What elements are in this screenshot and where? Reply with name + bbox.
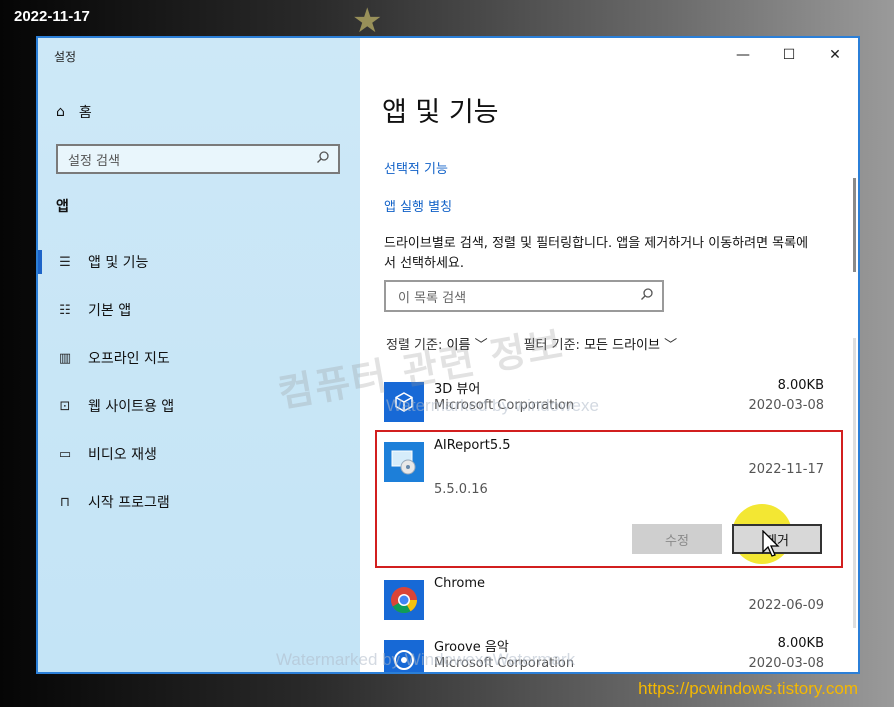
sidebar-item-video-playback[interactable]: ▭ 비디오 재생: [56, 442, 157, 466]
installer-disc-icon: [384, 442, 424, 482]
scrollbar-thumb[interactable]: [853, 178, 856, 272]
home-icon: ⌂: [56, 104, 65, 120]
filter-value: 모든 드라이브: [584, 338, 660, 353]
sidebar-item-offline-maps[interactable]: ▥ 오프라인 지도: [56, 346, 170, 370]
main-content: — ☐ ✕ 앱 및 기능 선택적 기능 앱 실행 별칭 드라이브별로 검색, 정…: [360, 38, 858, 672]
filter-dropdown[interactable]: 필터 기준: 모든 드라이브 ﹀: [524, 334, 678, 353]
chevron-down-icon: ﹀: [664, 338, 678, 353]
video-playback-icon: ▭: [58, 446, 72, 462]
app-date: 2022-06-09: [748, 598, 824, 613]
app-date: 2022-11-17: [748, 462, 824, 477]
offline-maps-icon: ▥: [58, 350, 72, 366]
blog-url-label: https://pcwindows.tistory.com: [638, 679, 858, 698]
sidebar-item-apps-for-websites[interactable]: ⊡ 웹 사이트용 앱: [56, 394, 175, 418]
sort-filter-row: 정렬 기준: 이름 ﹀ 필터 기준: 모든 드라이브 ﹀: [386, 334, 677, 353]
page-title: 앱 및 기능: [382, 97, 499, 128]
sidebar-item-label: 오프라인 지도: [88, 351, 170, 367]
description-text: 드라이브별로 검색, 정렬 및 필터링합니다. 앱을 제거하거나 이동하려면 목…: [384, 236, 809, 271]
apps-features-icon: ☰: [59, 254, 71, 270]
settings-window: 설정 ⌂ 홈 설정 검색 앱 ☰ 앱 및 기능 ☷ 기본 앱 ▥ 오프라인 지도…: [36, 36, 860, 674]
sidebar-item-label: 비디오 재생: [88, 447, 157, 463]
app-publisher: Microsoft Corporation: [434, 398, 575, 413]
app-name: Chrome: [434, 576, 485, 591]
app-size: 8.00KB: [777, 636, 824, 651]
maximize-button[interactable]: ☐: [766, 38, 812, 72]
sidebar-item-label: 웹 사이트용 앱: [88, 399, 175, 415]
default-apps-icon: ☷: [59, 302, 71, 318]
window-controls: — ☐ ✕: [720, 38, 858, 72]
sort-dropdown[interactable]: 정렬 기준: 이름 ﹀: [386, 334, 488, 353]
sidebar-home[interactable]: ⌂ 홈: [56, 102, 92, 122]
window-title: 설정: [54, 50, 77, 64]
settings-search-input[interactable]: 설정 검색: [56, 144, 340, 174]
app-name: Groove 음악: [434, 640, 509, 655]
settings-search-placeholder: 설정 검색: [68, 153, 120, 169]
minimize-button[interactable]: —: [720, 38, 766, 72]
app-date: 2020-03-08: [748, 656, 824, 671]
chrome-icon: [384, 580, 424, 620]
app-version: 5.5.0.16: [434, 482, 488, 497]
app-date: 2020-03-08: [748, 398, 824, 413]
active-indicator: [38, 250, 42, 274]
scrollbar-track[interactable]: [853, 338, 856, 628]
date-label: 2022-11-17: [14, 8, 90, 25]
sidebar-item-startup[interactable]: ⊓ 시작 프로그램: [56, 490, 170, 514]
apps-for-websites-icon: ⊡: [59, 398, 71, 414]
sort-label: 정렬 기준:: [386, 338, 443, 353]
sort-value: 이름: [446, 338, 471, 353]
startup-icon: ⊓: [59, 494, 71, 510]
filter-label: 필터 기준:: [523, 338, 580, 353]
sidebar-home-label: 홈: [78, 105, 92, 121]
list-search-placeholder: 이 목록 검색: [398, 290, 467, 306]
sidebar-item-label: 시작 프로그램: [88, 495, 170, 511]
sidebar-item-label: 기본 앱: [88, 303, 132, 319]
sidebar-section-title: 앱: [56, 199, 69, 215]
app-name: 3D 뷰어: [434, 382, 481, 397]
chevron-down-icon: ﹀: [474, 338, 488, 353]
sidebar: 설정 ⌂ 홈 설정 검색 앱 ☰ 앱 및 기능 ☷ 기본 앱 ▥ 오프라인 지도…: [38, 38, 360, 672]
app-publisher: Microsoft Corporation: [434, 656, 575, 671]
sidebar-item-apps-features[interactable]: ☰ 앱 및 기능: [56, 250, 148, 274]
mouse-pointer-icon: [762, 529, 782, 562]
modify-button[interactable]: 수정: [632, 524, 722, 554]
app-size: 8.00KB: [777, 378, 824, 393]
sidebar-item-default-apps[interactable]: ☷ 기본 앱: [56, 298, 131, 322]
star-decoration-icon: ★: [352, 1, 383, 41]
app-list-search-input[interactable]: 이 목록 검색: [384, 280, 664, 312]
app-name: AIReport5.5: [434, 438, 511, 453]
close-button[interactable]: ✕: [812, 38, 858, 72]
optional-features-link[interactable]: 선택적 기능: [384, 158, 448, 177]
cube-icon: [384, 382, 424, 422]
sidebar-item-label: 앱 및 기능: [88, 255, 149, 271]
search-icon: [316, 150, 330, 168]
search-icon: [640, 287, 654, 305]
app-execution-aliases-link[interactable]: 앱 실행 별칭: [384, 196, 452, 215]
music-disc-icon: [384, 640, 424, 672]
